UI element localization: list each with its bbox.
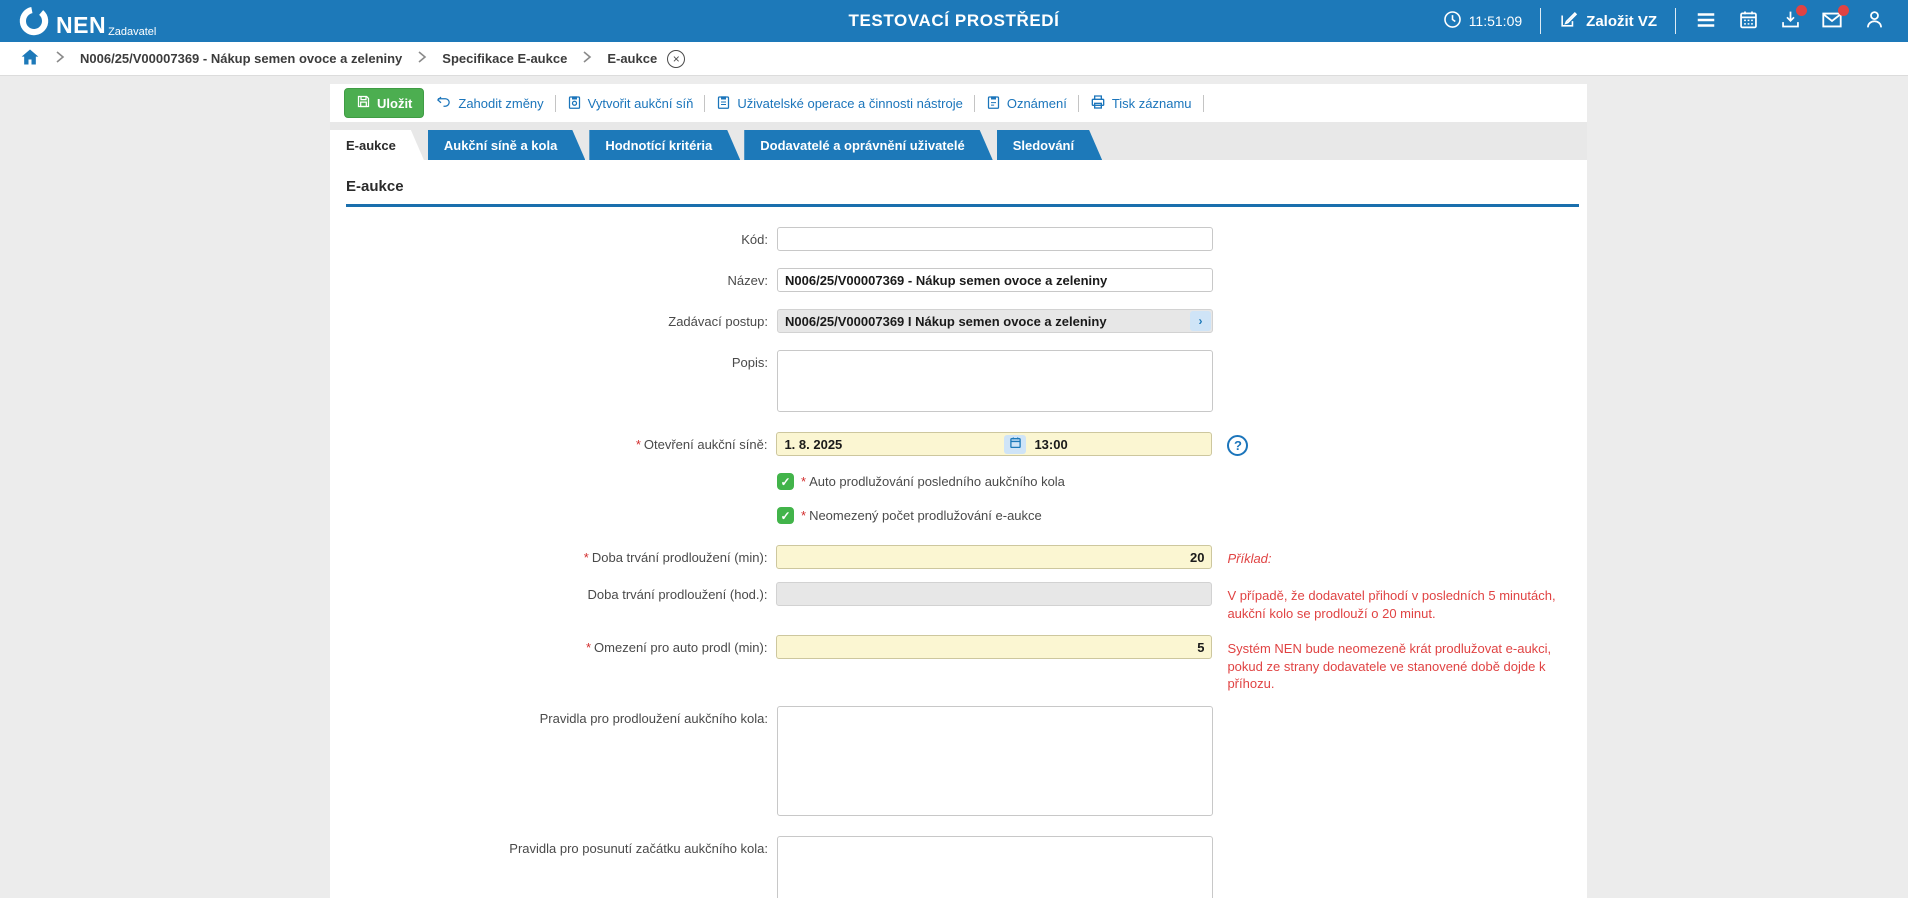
clock-display: 11:51:09 <box>1443 10 1522 32</box>
discard-changes-button[interactable]: Zahodit změny <box>435 94 544 112</box>
print-record-button[interactable]: Tisk záznamu <box>1090 94 1192 113</box>
create-vz-button[interactable]: Založit VZ <box>1559 10 1657 33</box>
brand-role-text: Zadavatel <box>108 26 157 38</box>
neomezeny-pocet-checkbox[interactable]: ✓ <box>777 507 794 524</box>
kod-label: Kód: <box>741 232 768 247</box>
notification-badge <box>1838 5 1849 16</box>
divider <box>1540 8 1542 34</box>
divider <box>554 94 556 112</box>
clipboard-gear-icon <box>567 94 582 113</box>
omezeni-field[interactable] <box>776 635 1213 660</box>
tab-hodnotici-kriteria[interactable]: Hodnotící kritéria <box>589 130 740 160</box>
divider <box>704 94 706 112</box>
hamburger-icon <box>1695 9 1717 34</box>
calendar-button[interactable] <box>1736 9 1760 33</box>
tab-sledovani[interactable]: Sledování <box>997 130 1102 160</box>
nen-logo[interactable]: NEN Zadavatel <box>18 5 157 38</box>
tab-content: E-aukce Kód: Název: Zadávací postup: N00… <box>330 160 1587 898</box>
priklad-note: Příklad: <box>1227 551 1272 566</box>
auto-prodluzovani-label: * Auto prodlužování posledního aukčního k… <box>801 474 1065 489</box>
user-operations-button[interactable]: Uživatelské operace a činnosti nástroje <box>716 94 963 113</box>
undo-icon <box>435 94 452 112</box>
clock-icon <box>1443 10 1462 32</box>
help-icon[interactable]: ? <box>1227 435 1249 456</box>
chevron-right-icon <box>54 50 66 67</box>
chevron-right-icon: › <box>1198 314 1203 328</box>
announcement-button[interactable]: Oznámení <box>986 94 1067 113</box>
neomezeny-pocet-row: ✓ * Neomezený počet prodlužování e-aukce <box>777 507 1579 524</box>
chevron-right-icon <box>581 50 593 67</box>
doba-hod-label: Doba trvání prodloužení (hod.): <box>587 587 768 602</box>
auto-prodluzovani-checkbox[interactable]: ✓ <box>777 473 794 490</box>
doba-hod-field <box>776 582 1213 606</box>
breadcrumb-item-current: E-aukce <box>607 51 658 66</box>
tab-e-aukce[interactable]: E-aukce <box>330 130 424 160</box>
auto-prodluzovani-row: ✓ * Auto prodlužování posledního aukčního… <box>777 473 1579 490</box>
pravidla-prodlouzeni-field[interactable] <box>777 705 1213 816</box>
tab-bar: E-aukce Aukční síně a kola Hodnotící kri… <box>330 122 1587 160</box>
menu-button[interactable] <box>1694 9 1718 33</box>
nen-logo-icon <box>18 5 50 37</box>
popis-label: Popis: <box>731 355 768 370</box>
page-title: E-aukce <box>346 178 404 195</box>
save-button[interactable]: Uložit <box>344 88 425 118</box>
floppy-disk-icon <box>356 94 371 112</box>
inbox-download-button[interactable] <box>1778 5 1807 33</box>
nazev-label: Název: <box>727 273 768 288</box>
otevreni-time-value[interactable]: 13:00 <box>1034 437 1204 452</box>
omezeni-label: * Omezení pro auto prodl (min): <box>585 640 768 656</box>
person-icon <box>1864 9 1885 33</box>
zadavaci-postup-field: N006/25/V00007369 I Nákup semen ovoce a … <box>777 309 1213 333</box>
required-marker: * <box>585 640 592 656</box>
kod-field[interactable] <box>777 227 1213 251</box>
pravidla-posunuti-label: Pravidla pro posunutí začátku aukčního k… <box>509 840 768 856</box>
home-icon[interactable] <box>20 47 40 70</box>
clipboard-icon <box>986 94 1001 113</box>
priklad-note-text-1: V případě, že dodavatel přihodí v posled… <box>1227 588 1556 621</box>
close-icon[interactable]: × <box>667 49 686 68</box>
create-auction-room-button[interactable]: Vytvořit aukční síň <box>567 94 693 113</box>
printer-icon <box>1090 94 1106 113</box>
notification-badge <box>1796 5 1807 16</box>
edit-icon <box>1559 10 1578 33</box>
tab-dodavatele-a-opravneni-uzivatele[interactable]: Dodavatelé a oprávnění uživatelé <box>744 130 992 160</box>
chevron-right-icon <box>416 50 428 67</box>
divider <box>1202 94 1204 112</box>
section-header: E-aukce <box>346 178 1579 207</box>
main-panel: Uložit Zahodit změny Vytvořit aukční síň… <box>330 84 1587 898</box>
date-picker-button[interactable] <box>1004 434 1027 454</box>
divider <box>973 94 975 112</box>
divider <box>1675 8 1676 34</box>
calendar-icon <box>1738 9 1759 33</box>
otevreni-date-value[interactable]: 1. 8. 2025 <box>784 437 842 452</box>
breadcrumb-item-procedure[interactable]: N006/25/V00007369 - Nákup semen ovoce a … <box>80 51 402 66</box>
brand-text: NEN <box>56 12 107 38</box>
doba-min-label: * Doba trvání prodloužení (min): <box>583 550 768 565</box>
otevreni-label: * Otevření aukční síně: <box>635 437 768 452</box>
popis-field[interactable] <box>777 350 1213 412</box>
breadcrumb: N006/25/V00007369 - Nákup semen ovoce a … <box>0 42 1908 76</box>
divider <box>1077 94 1079 112</box>
clock-time: 11:51:09 <box>1468 13 1523 29</box>
user-profile-button[interactable] <box>1862 9 1886 33</box>
open-reference-button[interactable]: › <box>1190 311 1211 331</box>
breadcrumb-item-specification[interactable]: Specifikace E-aukce <box>442 51 567 66</box>
e-aukce-form: Kód: Název: Zadávací postup: N006/25/V00… <box>346 227 1579 898</box>
pravidla-prodlouzeni-label: Pravidla pro prodloužení aukčního kola: <box>539 710 768 726</box>
doba-min-field[interactable] <box>776 545 1213 569</box>
pravidla-posunuti-field[interactable] <box>777 835 1213 898</box>
tab-aukcni-sine-a-kola[interactable]: Aukční síně a kola <box>428 130 585 160</box>
calendar-icon <box>1009 436 1022 452</box>
messages-button[interactable] <box>1820 5 1849 33</box>
clipboard-icon <box>716 94 731 113</box>
otevreni-datetime-field[interactable]: 1. 8. 2025 13:00 <box>776 432 1213 456</box>
required-marker: * <box>635 437 641 452</box>
required-marker: * <box>583 550 589 565</box>
zadavaci-postup-label: Zadávací postup: <box>668 314 768 329</box>
record-toolbar: Uložit Zahodit změny Vytvořit aukční síň… <box>330 84 1587 122</box>
priklad-note-text-2: Systém NEN bude neomezeně krát prodlužov… <box>1227 641 1552 692</box>
neomezeny-pocet-label: * Neomezený počet prodlužování e-aukce <box>801 508 1042 523</box>
nazev-field[interactable] <box>777 268 1213 292</box>
top-header-bar: NEN Zadavatel TESTOVACÍ PROSTŘEDÍ 11:51:… <box>0 0 1908 42</box>
